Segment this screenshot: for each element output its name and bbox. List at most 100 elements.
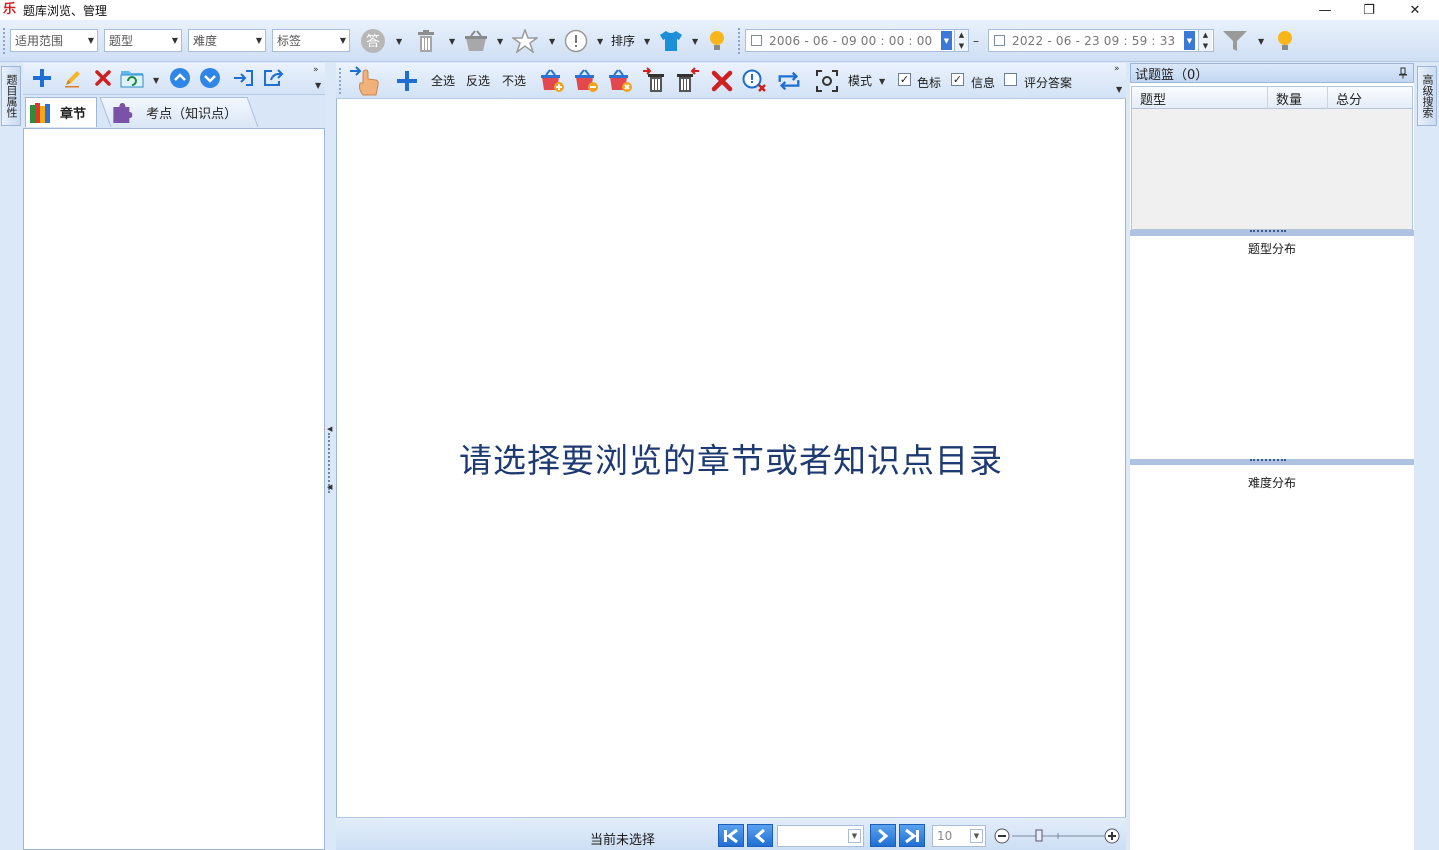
chevron-down-icon[interactable]: ▼ (549, 37, 555, 46)
restore-button[interactable]: ❐ (1346, 0, 1392, 20)
last-page-button[interactable] (899, 824, 925, 847)
delete-question-button[interactable] (709, 69, 735, 93)
chevron-down-icon[interactable]: ▼ (315, 81, 321, 90)
toolbar-overflow-icon[interactable]: » (313, 65, 319, 75)
pick-question-button[interactable] (348, 65, 382, 97)
question-list[interactable]: 请选择要浏览的章节或者知识点目录 (336, 99, 1126, 817)
add-to-basket-button[interactable] (539, 69, 565, 93)
deselect-button[interactable]: 不选 (502, 72, 526, 89)
zoom-slider[interactable] (994, 827, 1122, 845)
chevron-down-icon[interactable]: ▼ (692, 37, 698, 46)
answer-filter-button[interactable]: 答 (358, 26, 388, 56)
screenshot-button[interactable] (814, 69, 840, 93)
collapse-left-icon[interactable]: ◀ (327, 483, 332, 491)
chevron-down-icon[interactable]: ▼ (449, 37, 455, 46)
export-icon (264, 69, 284, 86)
refresh-catalog-button[interactable] (119, 66, 145, 90)
question-toolbar: 全选 反选 不选 模式 ▼ ✓ 色标 ✓ 信息 评分答案 » ▼ (336, 63, 1126, 99)
close-button[interactable]: ✕ (1392, 0, 1438, 20)
column-count[interactable]: 数量 (1268, 87, 1328, 109)
toolbar-overflow-icon[interactable]: » (1114, 64, 1120, 74)
chevron-down-icon[interactable]: ▼ (396, 37, 402, 46)
column-score[interactable]: 总分 (1328, 87, 1412, 109)
toolbar-grip[interactable] (3, 28, 6, 54)
favorite-filter-button[interactable] (512, 29, 538, 53)
page-select[interactable]: ▼ (777, 825, 864, 847)
chevron-down-icon[interactable]: ▼ (597, 37, 603, 46)
chevron-down-icon[interactable]: ▼ (1116, 85, 1122, 94)
chevron-down-icon[interactable]: ▼ (1258, 37, 1264, 46)
left-splitter[interactable]: ◀ ◀ (325, 63, 335, 850)
toolbar-grip[interactable] (339, 68, 342, 94)
remove-from-basket-button[interactable] (573, 69, 599, 93)
prev-page-button[interactable] (747, 824, 773, 847)
hint-button[interactable] (704, 29, 730, 53)
export-button[interactable] (261, 66, 287, 90)
add-catalog-button[interactable] (29, 66, 55, 90)
clear-basket-button[interactable] (607, 69, 633, 93)
info-checkbox[interactable]: ✓ (951, 73, 964, 86)
start-date-checkbox[interactable] (751, 35, 762, 46)
calendar-dropdown-icon[interactable]: ▼ (1184, 31, 1195, 50)
type-filter-value: 题型 (109, 34, 134, 48)
next-page-button[interactable] (870, 824, 896, 847)
end-date-checkbox[interactable] (994, 35, 1005, 46)
tab-chapter[interactable]: 章节 (25, 97, 97, 127)
svg-text:答: 答 (366, 33, 380, 50)
basket-filter-button[interactable] (463, 29, 489, 53)
mode-button[interactable]: 模式 (848, 72, 872, 89)
scope-filter[interactable]: 适用范围 ▼ (10, 29, 98, 52)
start-date-spinner[interactable]: ▲ ▼ (954, 30, 968, 51)
catalog-tree[interactable] (23, 129, 325, 850)
minimize-button[interactable]: — (1302, 0, 1348, 20)
select-all-button[interactable]: 全选 (431, 72, 455, 89)
edit-catalog-button[interactable] (60, 66, 86, 90)
import-button[interactable] (230, 66, 256, 90)
end-date-picker[interactable]: 2022 - 06 - 23 09 : 59 : 33 ▼ ▲ ▼ (988, 29, 1214, 52)
chevron-down-icon[interactable]: ▼ (879, 77, 885, 86)
start-date-picker[interactable]: 2006 - 06 - 09 00 : 00 : 00 ▼ ▲ ▼ (745, 29, 969, 52)
type-filter[interactable]: 题型 ▼ (104, 29, 182, 52)
page-size-select[interactable]: 10 ▼ (932, 825, 986, 847)
column-type[interactable]: 题型 (1132, 87, 1268, 109)
chevron-down-icon[interactable]: ▼ (644, 37, 650, 46)
replace-button[interactable] (776, 69, 802, 93)
basket-splitter[interactable] (1130, 230, 1414, 236)
theme-button[interactable] (658, 29, 684, 53)
move-to-trash-button[interactable] (642, 67, 668, 92)
error-filter-button[interactable] (563, 29, 589, 53)
filter-button[interactable] (1222, 29, 1248, 53)
tab-knowledge-point[interactable]: 考点（知识点） (99, 97, 259, 127)
question-attributes-strip[interactable]: 题目属性 (1, 66, 21, 126)
chevron-down-icon[interactable]: ▼ (848, 829, 861, 843)
first-page-button[interactable] (718, 824, 744, 847)
filter-hint-button[interactable] (1272, 29, 1298, 53)
distribution-splitter[interactable] (1130, 459, 1414, 465)
difficulty-filter[interactable]: 难度 ▼ (188, 29, 266, 52)
tag-filter[interactable]: 标签 ▼ (272, 29, 350, 52)
invert-select-button[interactable]: 反选 (466, 72, 490, 89)
collapse-left-icon[interactable]: ◀ (327, 425, 332, 433)
move-down-button[interactable] (197, 66, 223, 90)
end-date-value[interactable]: 2022 - 06 - 23 09 : 59 : 33 (1012, 34, 1175, 48)
score-answer-checkbox[interactable] (1004, 73, 1017, 86)
chevron-down-icon[interactable]: ▼ (497, 37, 503, 46)
restore-from-trash-button[interactable] (674, 67, 700, 92)
chevron-down-icon[interactable]: ▼ (970, 829, 983, 843)
basket-table[interactable]: 题型 数量 总分 (1131, 86, 1413, 230)
delete-catalog-button[interactable] (90, 66, 116, 90)
move-up-button[interactable] (167, 66, 193, 90)
sort-button[interactable]: 排序 (611, 32, 635, 49)
color-mark-checkbox[interactable]: ✓ (898, 73, 911, 86)
check-question-button[interactable] (742, 69, 768, 93)
trash-filter-button[interactable] (413, 29, 439, 53)
basket-add-icon (541, 69, 564, 92)
advanced-search-strip[interactable]: 高级搜索 (1417, 66, 1437, 126)
pin-icon[interactable] (1398, 67, 1408, 79)
chevron-down-icon[interactable]: ▼ (153, 76, 159, 85)
end-date-spinner[interactable]: ▲ ▼ (1198, 30, 1212, 51)
toolbar-grip[interactable] (738, 28, 741, 54)
calendar-dropdown-icon[interactable]: ▼ (941, 31, 952, 50)
start-date-value[interactable]: 2006 - 06 - 09 00 : 00 : 00 (769, 34, 932, 48)
add-question-button[interactable] (394, 69, 420, 93)
